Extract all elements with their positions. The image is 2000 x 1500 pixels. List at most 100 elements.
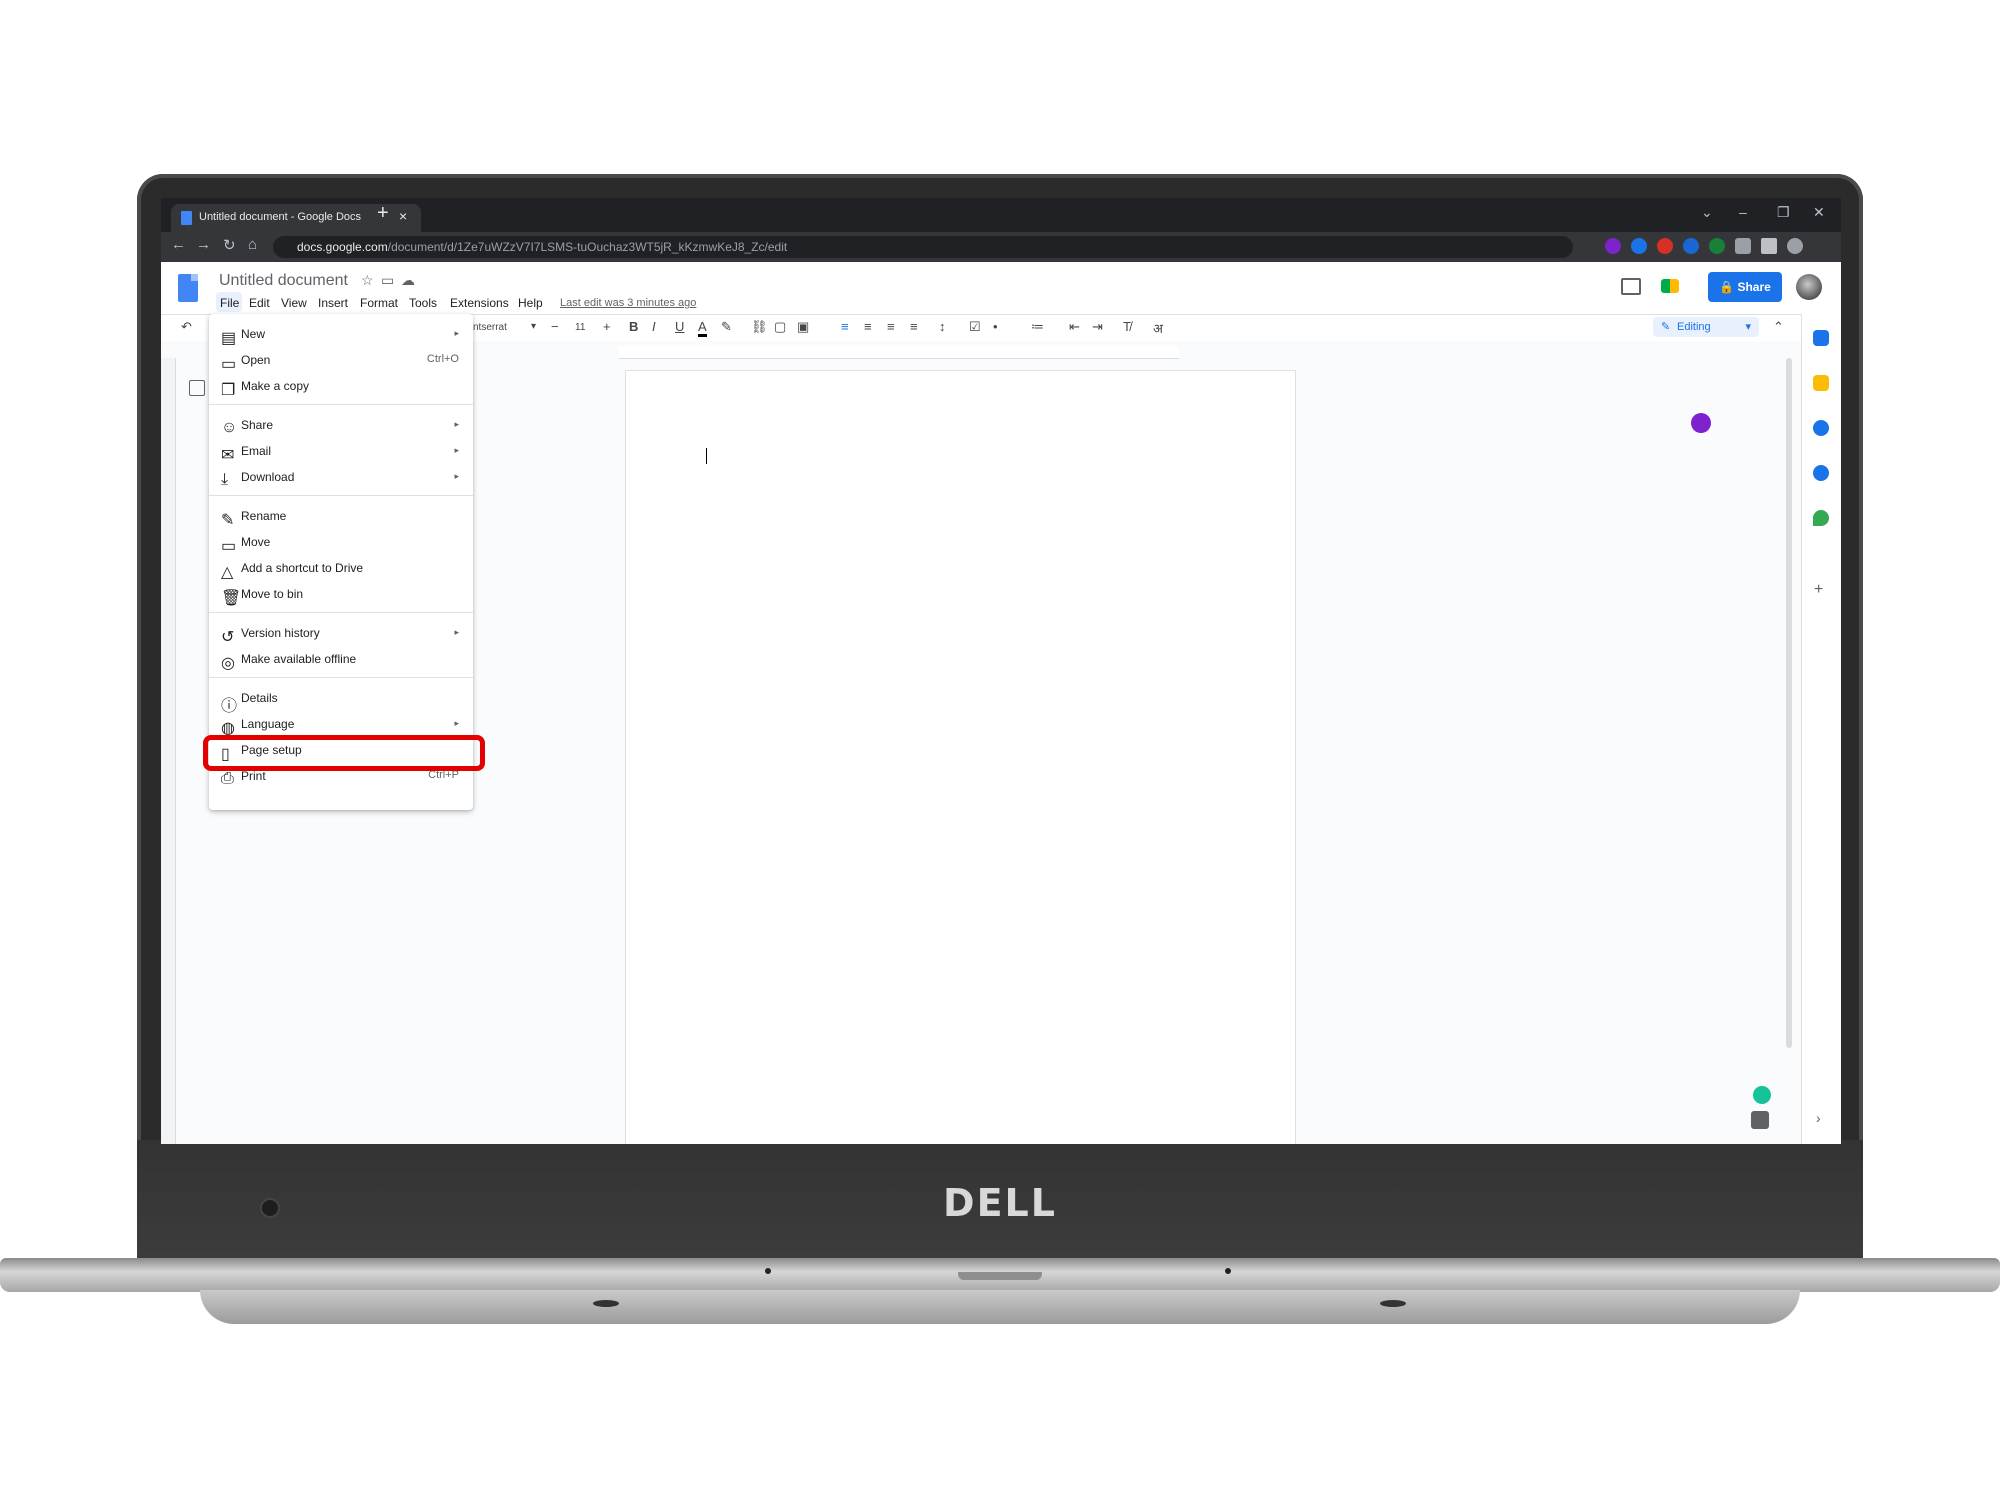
highlight-icon[interactable]: ✎ [721,319,732,335]
minimize-icon[interactable]: – [1739,204,1747,220]
menu-item-make-copy[interactable]: ❐ Make a copy [209,374,473,399]
font-select[interactable]: ntserrat [473,322,507,333]
increase-size-icon[interactable]: + [603,319,611,334]
menu-item-open[interactable]: ▭ Open Ctrl+O [209,348,473,373]
menu-item-share[interactable]: ☺ Share ▸ [209,413,473,437]
menu-item-move-to-bin[interactable]: 🗑 Move to bin [209,582,473,607]
menu-help[interactable]: Help [518,296,543,310]
menu-tools[interactable]: Tools [409,296,437,310]
input-tools-icon[interactable]: अ [1153,319,1163,337]
menu-edit[interactable]: Edit [249,296,270,310]
webcam [260,1198,280,1218]
calendar-icon[interactable] [1813,330,1829,346]
document-title[interactable]: Untitled document [219,272,348,290]
pencil-icon: ✎ [1661,321,1671,333]
docs-logo-icon[interactable] [178,274,198,302]
align-left-icon[interactable]: ≡ [841,319,849,334]
contacts-icon[interactable] [1813,465,1829,481]
vertical-ruler[interactable] [161,358,176,1144]
grammarly-icon[interactable] [1753,1086,1771,1104]
keep-icon[interactable] [1813,375,1829,391]
extension-badge-icon[interactable] [1691,413,1711,433]
align-right-icon[interactable]: ≡ [887,319,895,334]
extension-icon[interactable] [1709,238,1725,254]
extension-icon[interactable] [1605,238,1621,254]
collapse-icon[interactable]: ⌃ [1773,319,1784,335]
chevron-down-icon[interactable]: ▾ [531,321,536,332]
decrease-size-icon[interactable]: − [551,319,559,334]
menu-view[interactable]: View [281,296,307,310]
menu-item-email[interactable]: ✉ Email ▸ [209,439,473,464]
person-add-icon: ☺ [221,419,238,436]
text-color-icon[interactable]: A [698,319,707,337]
window-close-icon[interactable]: ✕ [1813,204,1825,221]
scrollbar[interactable] [1786,358,1792,1048]
forward-icon[interactable]: → [196,236,211,253]
menu-item-language[interactable]: ◍ Language ▸ [209,712,473,737]
menu-extensions[interactable]: Extensions [450,296,509,310]
italic-icon[interactable]: I [652,319,656,334]
extension-icon[interactable] [1683,238,1699,254]
puzzle-icon[interactable] [1735,238,1751,254]
numbered-list-icon[interactable]: ≔ [1031,319,1044,335]
outline-icon[interactable] [189,380,205,396]
editing-mode-button[interactable]: ✎ Editing ▾ [1653,317,1759,337]
explore-icon[interactable] [1751,1111,1769,1129]
checklist-icon[interactable]: ☑ [969,319,981,335]
move-folder-icon: ▭ [221,538,237,555]
menu-item-new[interactable]: ▤ New ▸ [209,322,473,347]
meet-button[interactable] [1657,274,1697,300]
decrease-indent-icon[interactable]: ⇤ [1069,319,1080,335]
menu-item-rename[interactable]: ✎ Rename [209,504,473,529]
justify-icon[interactable]: ≡ [910,319,918,334]
close-icon[interactable]: × [399,208,407,224]
docs-icon [181,211,192,225]
align-center-icon[interactable]: ≡ [864,319,872,334]
extension-icon[interactable] [1631,238,1647,254]
increase-indent-icon[interactable]: ⇥ [1092,319,1103,335]
bullet-list-icon[interactable]: • [993,319,998,334]
horizontal-ruler[interactable] [619,346,1179,359]
menu-item-version-history[interactable]: ↺ Version history ▸ [209,621,473,646]
reload-icon[interactable]: ↻ [223,236,236,254]
clear-format-icon[interactable]: T̸ [1123,319,1131,334]
menu-item-download[interactable]: ⤓ Download ▸ [209,465,473,489]
font-size-field[interactable]: 11 [575,322,585,333]
expand-panel-icon[interactable]: › [1816,1110,1821,1126]
avatar[interactable] [1796,274,1822,300]
menu-format[interactable]: Format [360,296,398,310]
add-addon-icon[interactable]: + [1814,581,1823,599]
bold-icon[interactable]: B [629,319,638,334]
new-tab-button[interactable]: + [377,202,389,225]
comment-add-icon[interactable]: ▢ [774,319,786,335]
profile-icon[interactable] [1787,238,1803,254]
restore-icon[interactable]: ❐ [1777,204,1790,221]
underline-icon[interactable]: U [675,319,684,334]
document-page[interactable] [626,371,1295,1144]
tab-search-icon[interactable]: ⌄ [1701,204,1713,221]
move-icon[interactable]: ▭ [381,272,394,289]
menu-insert[interactable]: Insert [318,296,348,310]
address-bar[interactable]: docs.google.com/document/d/1Ze7uWZzV7I7L… [273,236,1573,258]
undo-icon[interactable]: ↶ [181,319,192,335]
menu-item-add-shortcut[interactable]: △ Add a shortcut to Drive [209,556,473,581]
link-icon[interactable]: ⛓ [751,319,768,335]
cloud-icon[interactable]: ☁ [401,272,415,289]
share-button[interactable]: 🔒 Share [1708,272,1782,302]
back-icon[interactable]: ← [171,236,186,253]
menu-item-move[interactable]: ▭ Move [209,530,473,555]
extension-icon[interactable] [1657,238,1673,254]
sidebar-icon[interactable] [1761,238,1777,254]
menu-file[interactable]: File [220,296,239,310]
hinge-dot [1225,1268,1231,1274]
maps-icon[interactable] [1813,510,1829,526]
comment-icon[interactable] [1621,278,1641,295]
image-icon[interactable]: ▣ [797,319,809,335]
tasks-icon[interactable] [1813,420,1829,436]
menu-item-details[interactable]: ⓘ Details [209,686,473,715]
last-edit-link[interactable]: Last edit was 3 minutes ago [560,297,696,309]
line-spacing-icon[interactable]: ↕ [939,319,946,334]
menu-item-offline[interactable]: ◎ Make available offline [209,647,473,672]
star-icon[interactable]: ☆ [361,272,374,289]
home-icon[interactable]: ⌂ [248,236,257,253]
